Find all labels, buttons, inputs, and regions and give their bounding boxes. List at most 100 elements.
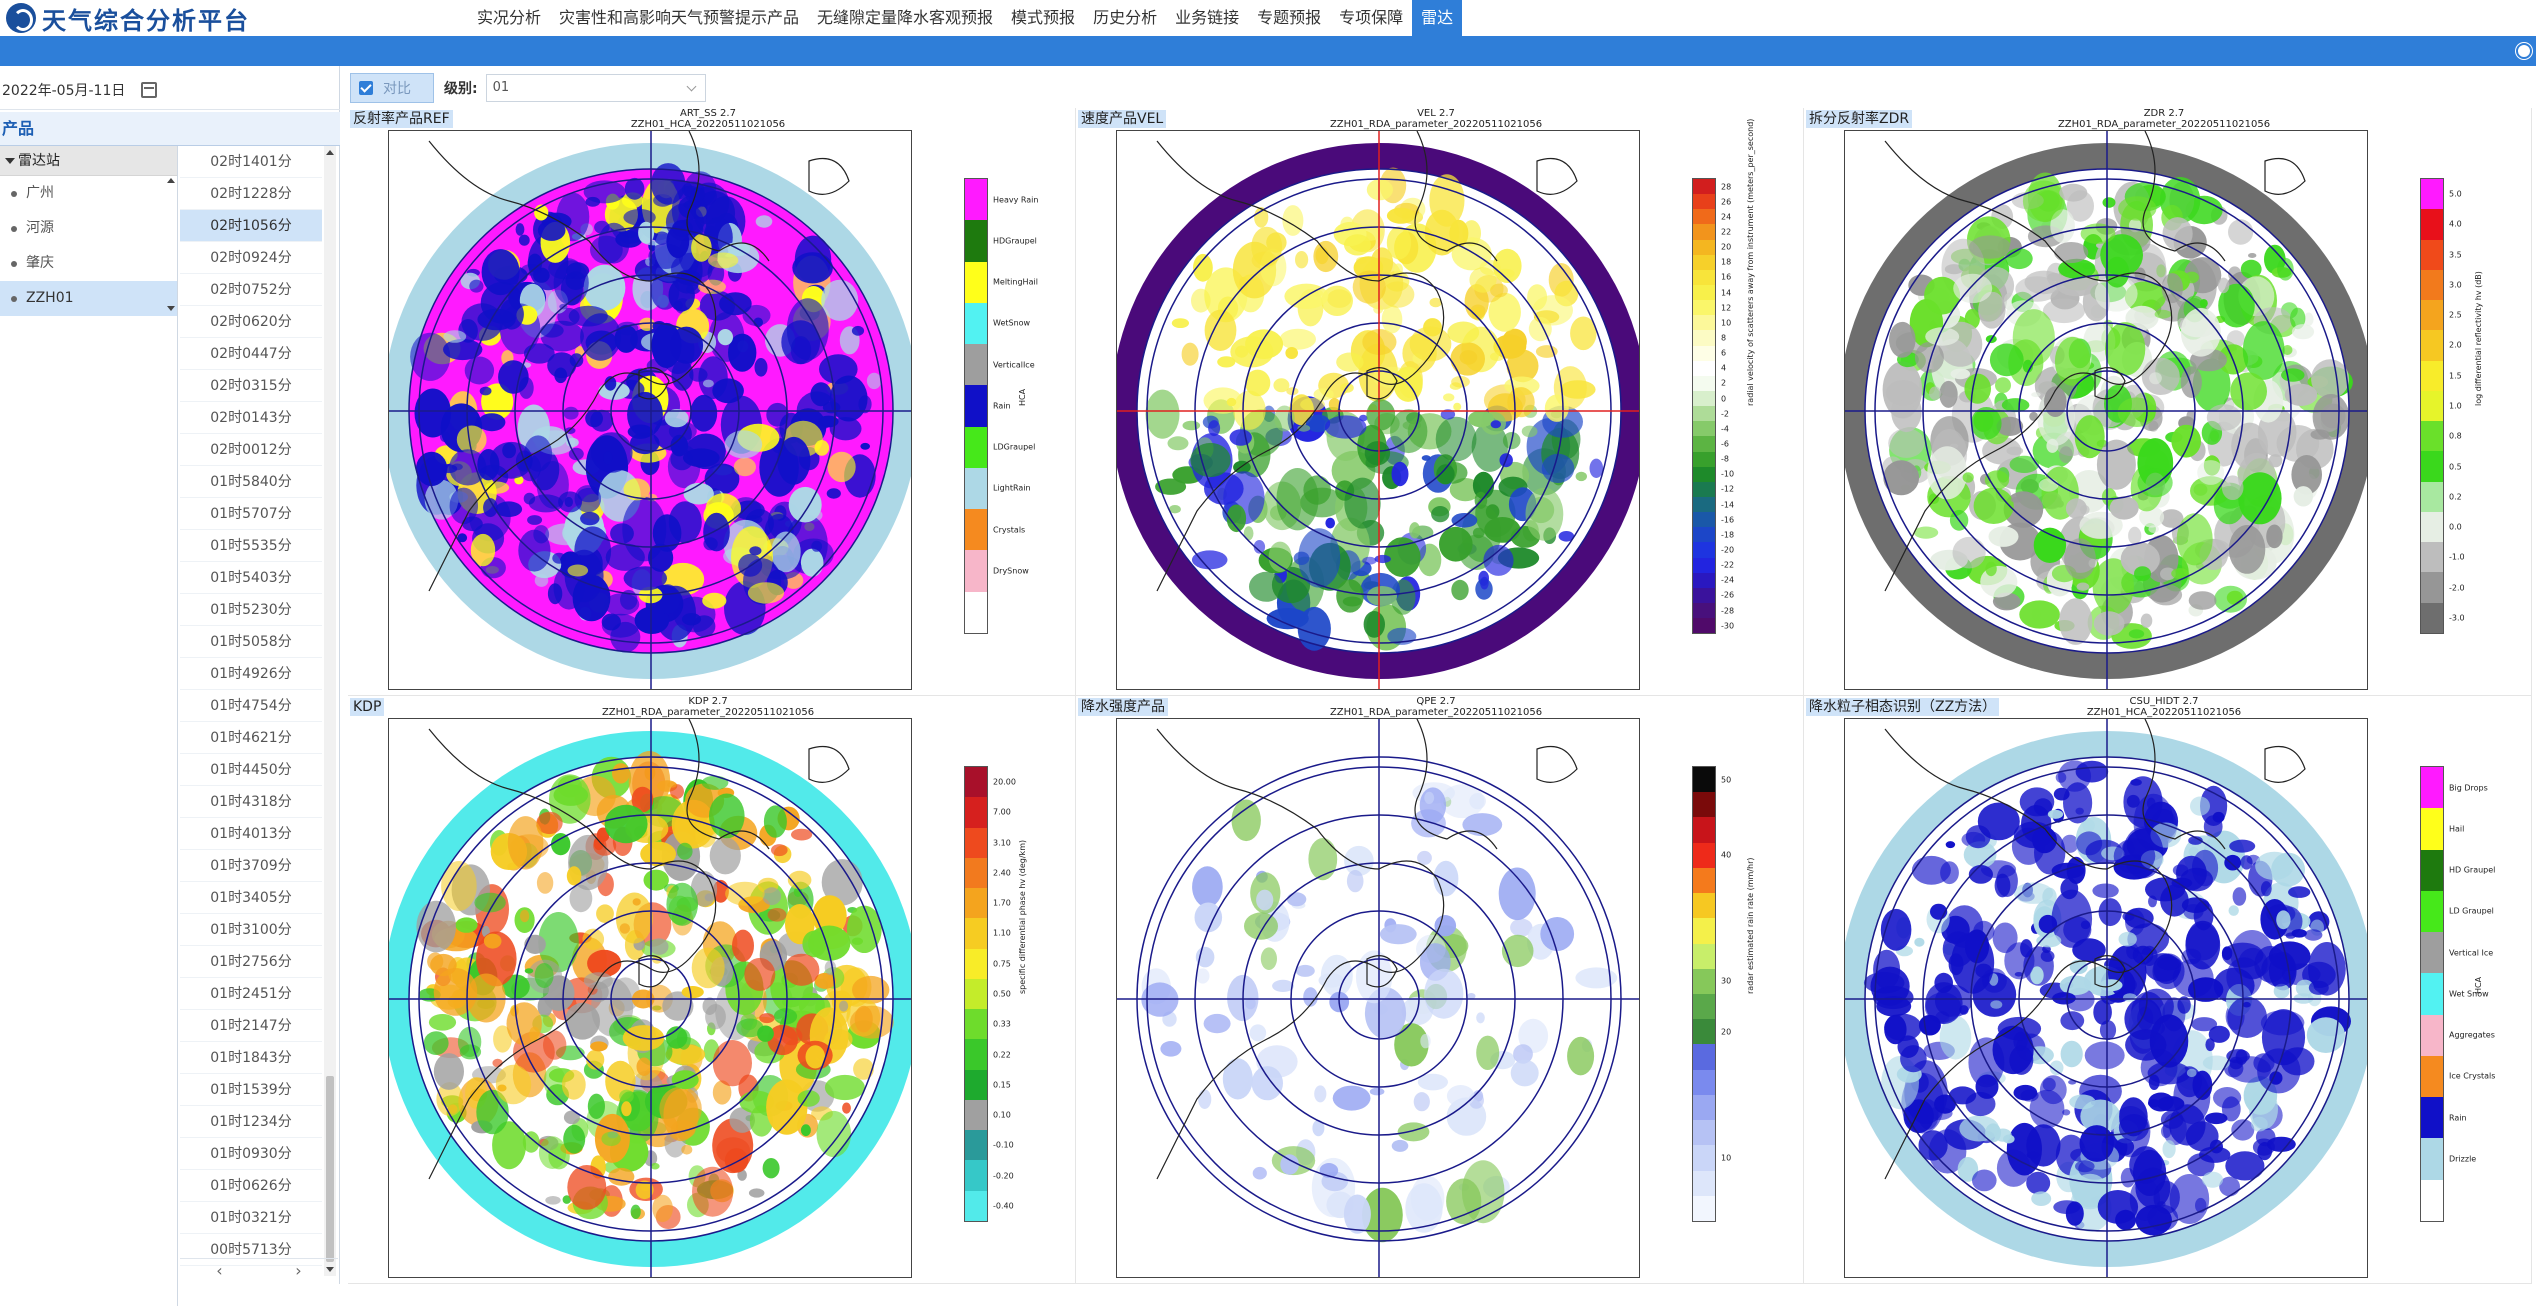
nav-item-disaster-warning[interactable]: 灾害性和高影响天气预警提示产品 [550,0,808,36]
colorbar-swatch: -2.0 [2421,572,2465,603]
radar-image[interactable] [1116,718,1640,1278]
time-list-item[interactable]: 01时5535分 [180,530,322,562]
time-list-item[interactable]: 01时0321分 [180,1202,322,1234]
radar-echo [2235,1049,2248,1065]
nav-item-precip-forecast[interactable]: 无缝隙定量降水客观预报 [808,0,1002,36]
radar-image[interactable] [1844,130,2368,690]
time-list-item[interactable]: 01时3405分 [180,882,322,914]
radar-echo [2162,997,2186,1032]
user-status-icon[interactable] [2516,43,2532,59]
radar-echo [506,1002,542,1046]
time-list-item[interactable]: 01时1539分 [180,1074,322,1106]
radar-echo [2120,1167,2136,1188]
radar-echo [568,305,608,327]
time-list-item[interactable]: 01时1843分 [180,1042,322,1074]
colorbar-swatch: -30 [1693,618,1734,634]
colorbar-label: 3.0 [2449,280,2462,290]
radar-echo [519,909,530,923]
checkbox-icon[interactable] [359,81,373,95]
radar-image[interactable] [388,130,912,690]
next-page-icon[interactable]: › [295,1261,301,1280]
radar-echo [860,442,870,450]
radar-echo [1229,429,1252,446]
time-list-item[interactable]: 02时1056分 [180,210,322,242]
time-list-item[interactable]: 01时2147分 [180,1010,322,1042]
date-picker[interactable]: 2022年-05月-11日 [0,70,340,110]
radar-echo [2047,809,2064,819]
time-scrollbar[interactable] [324,146,336,1276]
scroll-up-icon[interactable] [326,150,334,155]
time-list-item[interactable]: 01时4450分 [180,754,322,786]
radar-echo [1362,556,1377,565]
time-list-item[interactable]: 02时0143分 [180,402,322,434]
radar-echo [2148,895,2157,908]
time-list-item[interactable]: 01时4013分 [180,818,322,850]
date-value[interactable]: 2022年-05月-11日 [0,80,125,100]
calendar-icon[interactable] [141,81,158,98]
radar-echo [816,1110,852,1158]
header-bar [0,36,2536,66]
station-item-guangzhou[interactable]: 广州 [0,176,177,211]
nav-item-history[interactable]: 历史分析 [1084,0,1166,36]
time-list-item[interactable]: 01时5403分 [180,562,322,594]
nav-item-model-forecast[interactable]: 模式预报 [1002,0,1084,36]
time-list-item[interactable]: 01时0626分 [180,1170,322,1202]
radar-echo [1911,855,1951,885]
time-list-item[interactable]: 02时1228分 [180,178,322,210]
time-list-item[interactable]: 01时5707分 [180,498,322,530]
nav-item-special-forecast[interactable]: 专题预报 [1248,0,1330,36]
radar-echo [2185,923,2220,961]
time-list-item[interactable]: 02时0447分 [180,338,322,370]
radar-image[interactable] [388,718,912,1278]
radar-echo [2075,760,2109,783]
time-list-item[interactable]: 02时0315分 [180,370,322,402]
time-list-item[interactable]: 02时0012分 [180,434,322,466]
time-list-item[interactable]: 02时1401分 [180,146,322,178]
panel-product-id: ZZH01_RDA_parameter_20220511021056 [1329,119,1543,130]
nav-item-live-analysis[interactable]: 实况分析 [468,0,550,36]
level-select[interactable]: 01 [485,74,706,102]
nav-item-links[interactable]: 业务链接 [1166,0,1248,36]
radar-echo [1182,420,1201,431]
time-list-item[interactable]: 01时2451分 [180,978,322,1010]
radar-echo [2161,1124,2172,1138]
time-list-item[interactable]: 01时4621分 [180,722,322,754]
radar-echo [1391,1139,1409,1152]
radar-echo [1244,912,1278,940]
scrollbar-thumb[interactable] [326,1076,334,1262]
time-list-item[interactable]: 01时4754分 [180,690,322,722]
station-item-zhaoqing[interactable]: 肇庆 [0,246,177,281]
station-item-heyuan[interactable]: 河源 [0,211,177,246]
time-list-item[interactable]: 01时3100分 [180,914,322,946]
time-list-item[interactable]: 01时5840分 [180,466,322,498]
prev-page-icon[interactable]: ‹ [216,1261,222,1280]
radar-image[interactable] [1844,718,2368,1278]
time-list-item[interactable]: 01时2756分 [180,946,322,978]
radar-echo [1160,1041,1182,1057]
time-list-item[interactable]: 01时3709分 [180,850,322,882]
compare-toggle[interactable]: 对比 [350,73,434,103]
time-list-item[interactable]: 01时0930分 [180,1138,322,1170]
time-list-item[interactable]: 01时5230分 [180,594,322,626]
time-list-item[interactable]: 02时0752分 [180,274,322,306]
time-list-item[interactable]: 02时0620分 [180,306,322,338]
nav-item-special-support[interactable]: 专项保障 [1330,0,1412,36]
scroll-up-icon[interactable] [167,178,175,183]
colorbar-label: 40 [1721,850,1732,860]
radar-echo [1889,321,1916,358]
time-list-item[interactable]: 01时1234分 [180,1106,322,1138]
colorbar-swatch: 0.8 [2421,421,2462,452]
time-list-item[interactable]: 01时4926分 [180,658,322,690]
station-scrollbar[interactable] [166,176,176,316]
station-group-header[interactable]: 雷达站 [0,146,177,176]
radar-image[interactable] [1116,130,1640,690]
colorbar-swatch [1693,918,1715,944]
time-list-item[interactable]: 02时0924分 [180,242,322,274]
time-list-item[interactable]: 01时5058分 [180,626,322,658]
time-list-item[interactable]: 01时4318分 [180,786,322,818]
scroll-down-icon[interactable] [167,306,175,311]
colorbar-label: 4 [1721,363,1727,373]
station-item-zzh01[interactable]: ZZH01 [0,281,177,316]
colorbar-label: VerticalIce [993,360,1035,370]
nav-item-radar[interactable]: 雷达 [1412,0,1463,36]
